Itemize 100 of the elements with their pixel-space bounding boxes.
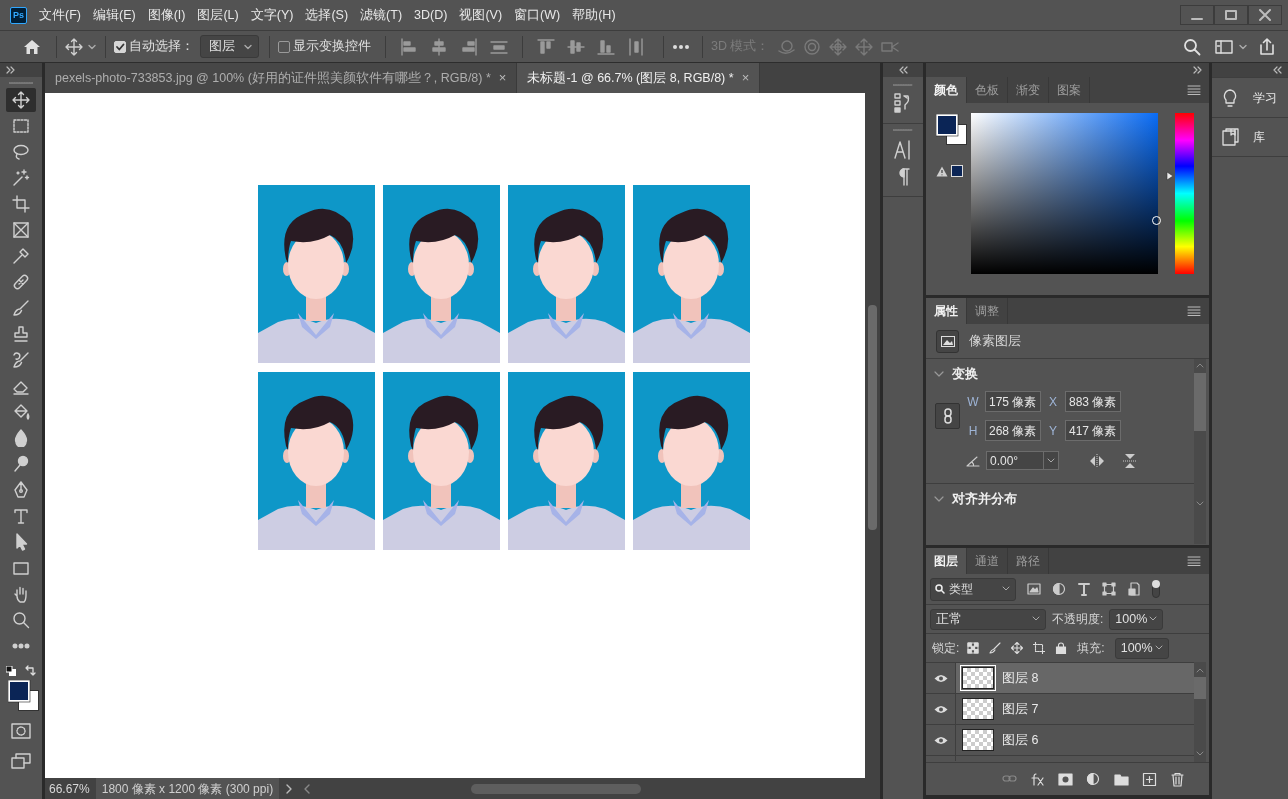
minimize-button[interactable] [1180, 5, 1214, 25]
document-tab[interactable]: 未标题-1 @ 66.7% (图层 8, RGB/8) * × [517, 63, 761, 93]
marquee-icon[interactable] [12, 117, 30, 135]
align-top-icon[interactable] [537, 37, 555, 56]
scrollbar-thumb[interactable] [1194, 373, 1206, 431]
paint-bucket-icon[interactable] [12, 403, 30, 421]
menu-item[interactable]: 窗口(W) [508, 5, 567, 25]
drop-icon[interactable] [12, 429, 30, 447]
eye-icon[interactable] [933, 673, 948, 683]
lasso-icon[interactable] [12, 143, 30, 161]
layer-type-button[interactable] [936, 329, 959, 353]
caret-icon[interactable] [1047, 457, 1055, 464]
scrollbar[interactable] [1194, 662, 1206, 762]
panel-tab[interactable]: 图案 [1049, 77, 1090, 103]
home-icon[interactable] [22, 37, 42, 56]
scroll-up-icon[interactable] [1196, 668, 1204, 673]
panel-menu-icon[interactable] [1187, 85, 1201, 95]
collapse-icon[interactable] [898, 66, 908, 74]
rectangle-icon[interactable] [12, 559, 30, 577]
lock-icon[interactable] [1055, 642, 1068, 654]
close-button[interactable]: × [741, 68, 750, 88]
zoom-level[interactable]: 66.67% [45, 779, 96, 798]
menu-item[interactable]: 滤镜(T) [354, 5, 409, 25]
input-field[interactable]: 268 像素 [985, 420, 1041, 441]
shape-filter-icon[interactable] [1102, 582, 1116, 596]
quick-mask-icon[interactable] [11, 723, 31, 739]
align-left-icon[interactable] [400, 37, 418, 56]
lock-pixels-icon[interactable] [967, 642, 980, 654]
panel-tab[interactable]: 调整 [967, 298, 1008, 324]
align-bottom-icon[interactable] [597, 37, 615, 56]
scroll-down-icon[interactable] [1196, 501, 1204, 506]
document-tab[interactable]: pexels-photo-733853.jpg @ 100% (好用的证件照美颜软件有哪些？, RGB/8) * × [45, 63, 518, 93]
artboard-icon[interactable] [1033, 642, 1046, 654]
history-icon[interactable] [894, 93, 912, 113]
menu-item[interactable]: 帮助(H) [566, 5, 622, 25]
swap-colors-icon[interactable] [25, 665, 36, 676]
panel-menu-icon[interactable] [1187, 556, 1201, 566]
panel-tab[interactable]: 颜色 [926, 77, 967, 103]
maximize-button[interactable] [1214, 5, 1248, 25]
scrollbar-thumb[interactable] [471, 783, 642, 794]
fx-icon[interactable] [1030, 771, 1045, 787]
menu-item[interactable]: 文字(Y) [244, 5, 300, 25]
caret-icon[interactable] [1238, 42, 1248, 51]
panel-button[interactable]: 库 [1212, 117, 1288, 157]
chevron-right-icon[interactable] [285, 782, 294, 795]
share-icon[interactable] [1258, 37, 1276, 56]
frame-icon[interactable] [12, 221, 30, 239]
bandage-icon[interactable] [12, 273, 30, 291]
trash-icon[interactable] [1170, 771, 1185, 787]
link-button[interactable] [935, 403, 960, 429]
expand-icon[interactable] [1193, 66, 1203, 74]
move-icon[interactable] [1011, 642, 1024, 654]
panel-tab[interactable]: 色板 [967, 77, 1008, 103]
adjustment-layer-icon[interactable] [1086, 771, 1101, 787]
filter-toggle[interactable] [1152, 580, 1160, 598]
magic-wand-icon[interactable] [12, 169, 30, 187]
gamut-color-swatch[interactable] [951, 165, 963, 177]
align-right-icon[interactable] [460, 37, 478, 56]
distribute-icon[interactable] [627, 37, 645, 56]
close-button[interactable]: × [498, 68, 507, 88]
move-icon[interactable] [12, 91, 30, 109]
scrollbar-thumb[interactable] [1194, 677, 1206, 699]
panel-menu-icon[interactable] [1187, 306, 1201, 316]
hand-icon[interactable] [12, 585, 30, 603]
maximize-icon[interactable] [1225, 10, 1237, 20]
scrollbar-thumb[interactable] [868, 305, 877, 530]
fill-field[interactable]: 100% [1114, 637, 1169, 659]
scrollbar[interactable] [1194, 359, 1206, 544]
screen-mode-icon[interactable] [11, 753, 31, 769]
blend-mode-dropdown[interactable]: 正常 [930, 608, 1046, 630]
stamp-icon[interactable] [12, 325, 30, 343]
checkbox[interactable] [114, 40, 126, 53]
section-title[interactable]: 对齐并分布 [952, 489, 1017, 509]
color-swatches[interactable] [936, 114, 967, 145]
chain-icon[interactable] [942, 408, 953, 424]
opacity-field[interactable]: 100% [1109, 608, 1164, 630]
layer-row[interactable]: 图层 7 [926, 693, 1194, 724]
dodge-icon[interactable] [12, 455, 30, 473]
menu-item[interactable]: 3D(D) [408, 5, 454, 25]
menu-item[interactable]: 图像(I) [141, 5, 192, 25]
color-swatches[interactable] [8, 680, 39, 711]
paragraph-icon[interactable] [896, 168, 910, 186]
align-center-icon[interactable] [430, 37, 448, 56]
checkbox[interactable] [278, 40, 290, 53]
history-brush-icon[interactable] [12, 351, 30, 369]
pen-icon[interactable] [12, 481, 30, 499]
panel-button[interactable]: 学习 [1212, 77, 1288, 117]
image-filter-icon[interactable] [1027, 582, 1041, 596]
color-field[interactable] [971, 113, 1158, 274]
lightbulb-icon[interactable] [1222, 88, 1239, 107]
brush-icon[interactable] [989, 642, 1002, 654]
input-field[interactable]: 175 像素 [985, 391, 1041, 412]
flip-vertical-icon[interactable] [1123, 452, 1137, 469]
eye-icon[interactable] [933, 704, 948, 714]
chevron-down-icon[interactable] [934, 495, 944, 503]
adjustment-filter-icon[interactable] [1052, 582, 1066, 596]
panel-tab[interactable]: 路径 [1008, 548, 1049, 574]
align-middle-icon[interactable] [567, 37, 585, 56]
move-tool[interactable] [6, 88, 36, 112]
menu-item[interactable]: 视图(V) [453, 5, 509, 25]
